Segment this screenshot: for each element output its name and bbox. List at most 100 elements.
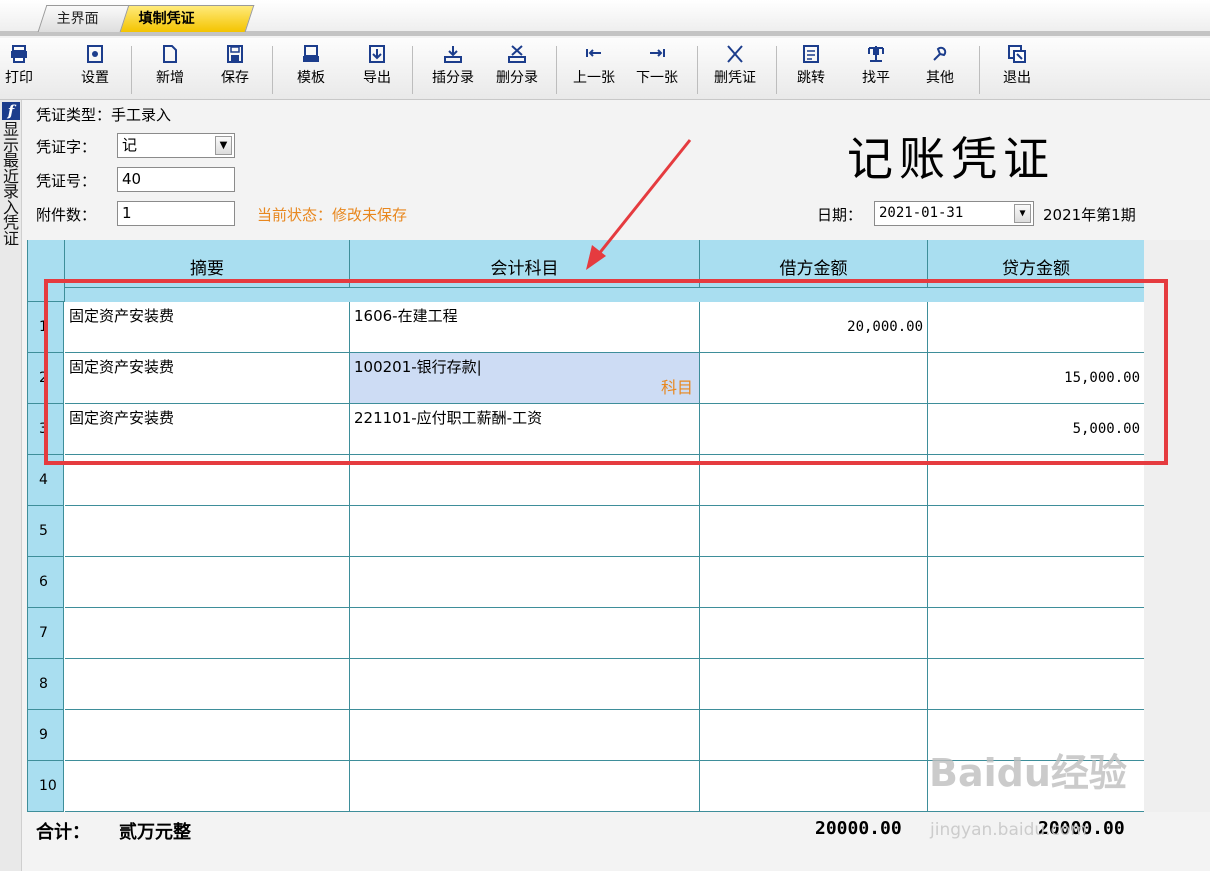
printer-icon: [11, 45, 27, 63]
recent-vouchers-label[interactable]: 显示最近录入凭证: [2, 122, 20, 247]
chevron-down-icon[interactable]: ▼: [215, 136, 232, 155]
credit-cell[interactable]: [928, 557, 1145, 608]
debit-cell[interactable]: [700, 761, 928, 812]
other-label: 其他: [926, 70, 954, 86]
tab-main[interactable]: 主界面: [37, 5, 133, 32]
row-number: 7: [28, 608, 64, 659]
export-label: 导出: [363, 70, 391, 86]
annotation-arrow-icon: [586, 139, 692, 270]
export-icon: [369, 45, 385, 63]
settings-button[interactable]: 设置: [75, 42, 115, 98]
summary-cell[interactable]: [65, 506, 350, 557]
row-number: 9: [28, 710, 64, 761]
summary-cell[interactable]: [65, 608, 350, 659]
insert-entry-button[interactable]: 插分录: [424, 42, 482, 98]
summary-cell[interactable]: [65, 659, 350, 710]
exit-button[interactable]: 退出: [996, 42, 1038, 98]
prev-icon: [586, 49, 601, 57]
toolbar-separator: [697, 46, 698, 94]
insert-entry-label: 插分录: [432, 70, 474, 86]
account-cell[interactable]: [350, 710, 700, 761]
toolbar-separator: [776, 46, 777, 94]
toolbar: 打印 设置 新增 保存 模板 导出 插分录 删分录 上一张 下一张 删凭证 跳转…: [0, 38, 1210, 100]
page-title: 记账凭证: [847, 132, 1055, 186]
insert-entry-icon: [444, 46, 462, 63]
debit-cell[interactable]: [700, 608, 928, 659]
template-button[interactable]: 模板: [290, 42, 332, 98]
export-button[interactable]: 导出: [356, 42, 398, 98]
exit-icon: [1008, 45, 1026, 63]
credit-cell[interactable]: [928, 608, 1145, 659]
credit-cell[interactable]: [928, 506, 1145, 557]
chevron-down-icon[interactable]: ▼: [1014, 204, 1031, 223]
account-cell[interactable]: [350, 506, 700, 557]
row-number: 10: [28, 761, 64, 812]
attachments-label: 附件数：: [36, 206, 97, 224]
toolbar-separator: [556, 46, 557, 94]
watermark-brand: Baidu经验: [929, 751, 1127, 795]
credit-cell[interactable]: [928, 659, 1145, 710]
account-cell[interactable]: [350, 761, 700, 812]
voucher-word-value: 记: [122, 136, 138, 154]
toolbar-separator: [979, 46, 980, 94]
debit-cell[interactable]: [700, 557, 928, 608]
debit-cell[interactable]: [700, 659, 928, 710]
balance-button[interactable]: 找平: [855, 42, 897, 98]
delete-voucher-icon: [727, 45, 743, 63]
watermark-url: jingyan.baidu.com: [930, 820, 1087, 840]
summary-cell[interactable]: [65, 761, 350, 812]
template-icon: [303, 45, 319, 62]
account-cell[interactable]: [350, 659, 700, 710]
debit-cell[interactable]: [700, 710, 928, 761]
voucher-no-input[interactable]: 40: [117, 167, 235, 192]
period-label: 2021年第1期: [1043, 206, 1136, 224]
next-voucher-label: 下一张: [636, 70, 678, 86]
row-number: 6: [28, 557, 64, 608]
jump-icon: [803, 45, 819, 63]
jump-label: 跳转: [797, 70, 825, 86]
recent-vouchers-panel[interactable]: f 显示最近录入凭证: [0, 100, 22, 871]
delete-voucher-label: 删凭证: [714, 70, 756, 86]
highlight-box: [44, 279, 1168, 465]
summary-cell[interactable]: [65, 710, 350, 761]
exit-label: 退出: [1003, 70, 1031, 86]
new-button[interactable]: 新增: [150, 42, 190, 98]
save-label: 保存: [221, 70, 249, 86]
balance-label: 找平: [862, 70, 890, 86]
prev-voucher-button[interactable]: 上一张: [566, 42, 622, 98]
tab-voucher-entry[interactable]: 填制凭证: [119, 5, 255, 32]
summary-cell[interactable]: [65, 557, 350, 608]
jump-button[interactable]: 跳转: [790, 42, 832, 98]
account-cell[interactable]: [350, 608, 700, 659]
save-button[interactable]: 保存: [214, 42, 256, 98]
template-label: 模板: [297, 70, 325, 86]
delete-voucher-button[interactable]: 删凭证: [706, 42, 764, 98]
voucher-word-label: 凭证字：: [36, 138, 97, 156]
tab-voucher-entry-label: 填制凭证: [138, 11, 195, 27]
tab-main-label: 主界面: [56, 11, 99, 27]
row-number: 8: [28, 659, 64, 710]
account-cell[interactable]: [350, 557, 700, 608]
print-button[interactable]: 打印: [2, 42, 36, 98]
date-picker[interactable]: 2021-01-31 ▼: [874, 201, 1034, 226]
other-button[interactable]: 其他: [919, 42, 961, 98]
delete-entry-label: 删分录: [496, 70, 538, 86]
date-value: 2021-01-31: [879, 205, 964, 221]
date-label: 日期：: [817, 206, 863, 224]
toolbar-separator: [131, 46, 132, 94]
attachments-input[interactable]: 1: [117, 201, 235, 226]
balance-icon: [868, 46, 884, 62]
debit-cell[interactable]: [700, 506, 928, 557]
delete-entry-button[interactable]: 删分录: [488, 42, 546, 98]
voucher-no-label: 凭证号：: [36, 172, 97, 190]
next-icon: [650, 49, 665, 57]
next-voucher-button[interactable]: 下一张: [628, 42, 686, 98]
delete-entry-icon: [508, 45, 526, 63]
new-label: 新增: [156, 70, 184, 86]
total-in-words: 贰万元整: [119, 822, 191, 843]
voucher-type-label: 凭证类型：手工录入: [36, 106, 172, 124]
row-number: 5: [28, 506, 64, 557]
other-icon: [933, 46, 947, 61]
settings-icon: [87, 45, 103, 63]
voucher-word-select[interactable]: 记 ▼: [117, 133, 235, 158]
